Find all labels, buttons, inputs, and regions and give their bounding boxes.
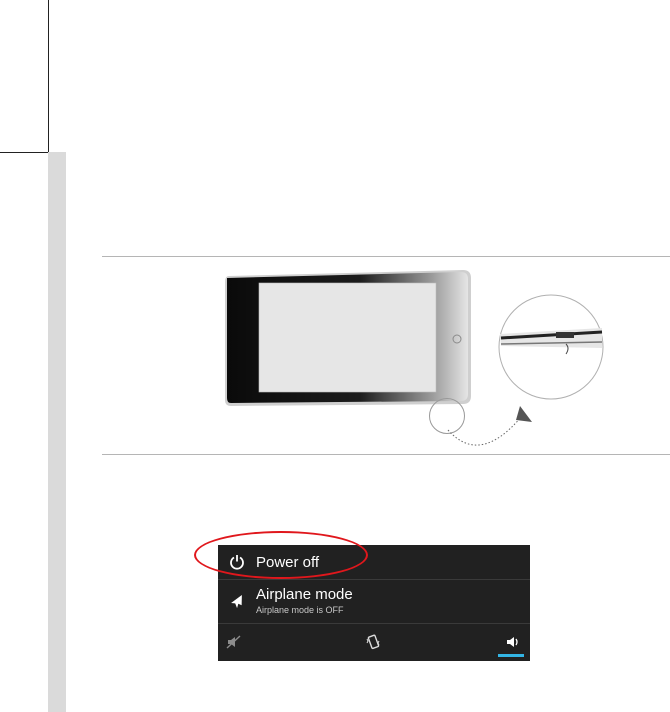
side-band [48, 152, 66, 712]
figure-top-rule [102, 256, 670, 257]
airplane-icon [218, 594, 256, 610]
vibrate-icon[interactable] [363, 633, 383, 651]
figure-bottom-rule [102, 454, 670, 455]
airplane-mode-label: Airplane mode [256, 586, 353, 604]
power-off-highlight-ellipse [194, 531, 368, 579]
airplane-mode-item[interactable]: Airplane mode Airplane mode is OFF [218, 580, 530, 624]
power-button-closeup [498, 294, 604, 400]
active-sound-indicator [498, 654, 524, 657]
tablet-illustration [225, 270, 471, 406]
sound-on-icon[interactable] [503, 633, 523, 651]
header-rule [0, 152, 48, 153]
margin-line [48, 0, 49, 152]
silent-icon[interactable] [224, 633, 244, 651]
sound-mode-bar [218, 624, 530, 661]
dotted-arrow [447, 406, 532, 446]
airplane-mode-status: Airplane mode is OFF [256, 604, 344, 615]
